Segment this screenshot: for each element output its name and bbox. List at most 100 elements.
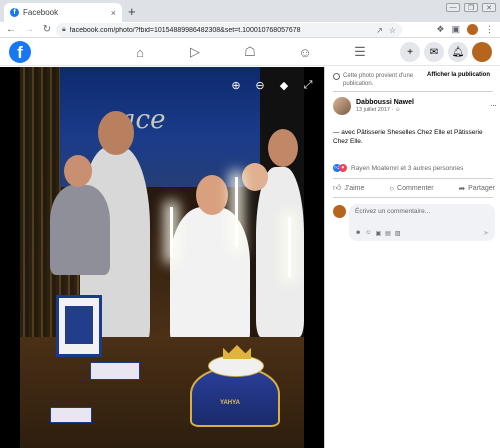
author-name[interactable]: Dabboussi Nawel bbox=[356, 99, 414, 106]
publication-notice: Cette photo provient d'une publication. … bbox=[333, 72, 498, 88]
like-label: J'aime bbox=[344, 184, 365, 192]
dessert-plate bbox=[50, 407, 92, 423]
fullscreen-icon[interactable]: ⤢ bbox=[300, 77, 316, 93]
more-options-icon[interactable]: ··· bbox=[490, 100, 497, 110]
sticker-icon[interactable]: ▧ bbox=[395, 230, 401, 237]
facebook-right-actions: + ✉ 🔔︎ bbox=[400, 42, 492, 62]
sparkler-center bbox=[235, 177, 238, 247]
create-plus-icon[interactable]: + bbox=[400, 42, 420, 62]
man-right bbox=[256, 167, 304, 337]
baby-head bbox=[242, 163, 268, 191]
man-right-head bbox=[268, 129, 298, 167]
man-head bbox=[98, 111, 134, 155]
browser-toolbar-icons: ❖ ▣ ⋮ bbox=[436, 24, 494, 35]
cake-name-label: YAHYA bbox=[220, 400, 240, 406]
girl-head bbox=[64, 155, 92, 187]
tab-strip: f Facebook × + — ❐ ✕ bbox=[0, 0, 500, 22]
watch-icon[interactable]: ▷ bbox=[185, 43, 205, 61]
new-tab-button[interactable]: + bbox=[128, 4, 136, 19]
avatar-sticker-icon[interactable]: ☻ bbox=[355, 230, 361, 237]
minimize-button[interactable]: — bbox=[446, 3, 460, 12]
dessert-plate bbox=[90, 362, 140, 380]
facebook-favicon-icon: f bbox=[10, 8, 19, 17]
share-label: Partager bbox=[468, 184, 495, 192]
home-icon[interactable]: ⌂ bbox=[130, 43, 150, 61]
comment-label: Commenter bbox=[397, 184, 434, 192]
post-date[interactable]: 13 juillet 2017 · ☺ bbox=[356, 107, 414, 113]
send-icon[interactable]: ➤ bbox=[483, 229, 489, 237]
post-date-text: 13 juillet 2017 · bbox=[356, 107, 395, 113]
url-text[interactable]: facebook.com/photo/?fbid=101548899864823… bbox=[70, 27, 370, 34]
post-caption: — avec Pâtisserie Sheselles Chez Elle et… bbox=[333, 129, 483, 145]
side-panel-icon[interactable]: ▣ bbox=[451, 24, 460, 35]
like-button[interactable]: 👍︎ J'aime bbox=[333, 183, 364, 193]
party-photo[interactable]: ace YAHYA bbox=[20, 67, 304, 448]
thumbs-up-icon: 👍︎ bbox=[333, 183, 342, 192]
emoji-icon[interactable]: ☺ bbox=[365, 230, 371, 237]
url-bar[interactable]: 🔒︎ facebook.com/photo/?fbid=101548899864… bbox=[56, 23, 402, 37]
divider bbox=[333, 197, 493, 198]
comment-placeholder: Écrivez un commentaire... bbox=[355, 208, 431, 215]
notifications-bell-icon[interactable]: 🔔︎ bbox=[448, 42, 468, 62]
profile-avatar[interactable] bbox=[467, 24, 478, 35]
lock-icon: 🔒︎ bbox=[62, 26, 66, 33]
reactions-text: Rayen Moatemri et 3 autres personnes bbox=[351, 164, 464, 172]
post-actions: 👍︎ J'aime ○ Commenter ➦ Partager bbox=[333, 183, 495, 193]
comment-composer: Écrivez un commentaire... ☻ ☺ ▣ ▤ ▧ ➤ bbox=[333, 204, 498, 241]
close-window-button[interactable]: ✕ bbox=[482, 3, 496, 12]
share-button[interactable]: ➦ Partager bbox=[458, 183, 495, 193]
groups-icon[interactable]: ☺ bbox=[295, 43, 315, 61]
divider bbox=[333, 178, 493, 179]
forward-button[interactable]: → bbox=[22, 24, 36, 35]
zoom-out-icon[interactable]: ⊖ bbox=[252, 77, 268, 93]
share-page-icon[interactable]: ↗ bbox=[376, 26, 383, 35]
reactions-summary[interactable]: 👍︎ ♥ Rayen Moatemri et 3 autres personne… bbox=[333, 164, 463, 172]
notice-text: Cette photo provient d'une publication. bbox=[343, 73, 414, 87]
account-avatar[interactable] bbox=[472, 42, 492, 62]
view-publication-button[interactable]: Afficher la publication bbox=[427, 72, 490, 78]
author-avatar[interactable] bbox=[333, 97, 351, 115]
facebook-header: f ⌂ ▷ ☖ ☺ ☰ + ✉ 🔔︎ bbox=[0, 38, 500, 66]
facebook-main-nav: ⌂ ▷ ☖ ☺ ☰ bbox=[130, 43, 370, 61]
back-button[interactable]: ← bbox=[4, 24, 18, 35]
info-globe-icon bbox=[333, 73, 340, 80]
extensions-puzzle-icon[interactable]: ❖ bbox=[436, 24, 444, 35]
love-reaction-icon: ♥ bbox=[339, 164, 347, 172]
tab-title: Facebook bbox=[23, 8, 59, 17]
camera-icon[interactable]: ▣ bbox=[375, 230, 381, 237]
maximize-button[interactable]: ❐ bbox=[464, 3, 478, 12]
comment-tools: ☻ ☺ ▣ ▤ ▧ bbox=[355, 230, 400, 237]
girl-dress bbox=[50, 185, 110, 275]
divider bbox=[333, 91, 493, 92]
woman-center bbox=[170, 207, 250, 347]
post-author: Dabboussi Nawel 13 juillet 2017 · ☺ ··· bbox=[333, 97, 498, 115]
reload-button[interactable]: ↻ bbox=[40, 24, 54, 35]
address-bar-row: ← → ↻ 🔒︎ facebook.com/photo/?fbid=101548… bbox=[0, 22, 500, 38]
share-arrow-icon: ➦ bbox=[458, 183, 466, 193]
frame-picture bbox=[65, 306, 93, 344]
comment-button[interactable]: ○ Commenter bbox=[389, 183, 433, 193]
menu-icon[interactable]: ☰ bbox=[350, 43, 370, 61]
bookmark-star-icon[interactable]: ☆ bbox=[389, 26, 396, 35]
commenter-avatar bbox=[333, 205, 346, 218]
tab-close-icon[interactable]: × bbox=[111, 8, 116, 18]
woman-head bbox=[196, 175, 228, 215]
browser-tab[interactable]: f Facebook × bbox=[4, 3, 122, 22]
gif-icon[interactable]: ▤ bbox=[385, 230, 391, 237]
privacy-friends-icon: ☺ bbox=[394, 107, 401, 113]
photo-details-panel: Cette photo provient d'une publication. … bbox=[324, 67, 500, 448]
photo-viewer: ace YAHYA ⊕ ⊖ ◆ ⤢ bbox=[0, 67, 324, 448]
zoom-in-icon[interactable]: ⊕ bbox=[228, 77, 244, 93]
photo-frame bbox=[56, 295, 102, 357]
marketplace-icon[interactable]: ☖ bbox=[240, 43, 260, 61]
sparkler-right bbox=[288, 217, 291, 277]
tag-icon[interactable]: ◆ bbox=[276, 77, 292, 93]
comment-input[interactable]: Écrivez un commentaire... ☻ ☺ ▣ ▤ ▧ ➤ bbox=[349, 204, 495, 241]
viewer-tools: ⊕ ⊖ ◆ ⤢ bbox=[228, 77, 316, 93]
comment-bubble-icon: ○ bbox=[389, 183, 395, 193]
window-controls: — ❐ ✕ bbox=[446, 3, 496, 12]
browser-menu-icon[interactable]: ⋮ bbox=[485, 24, 494, 35]
sparkler-left bbox=[170, 207, 173, 257]
messenger-icon[interactable]: ✉ bbox=[424, 42, 444, 62]
facebook-logo-icon[interactable]: f bbox=[9, 41, 31, 63]
